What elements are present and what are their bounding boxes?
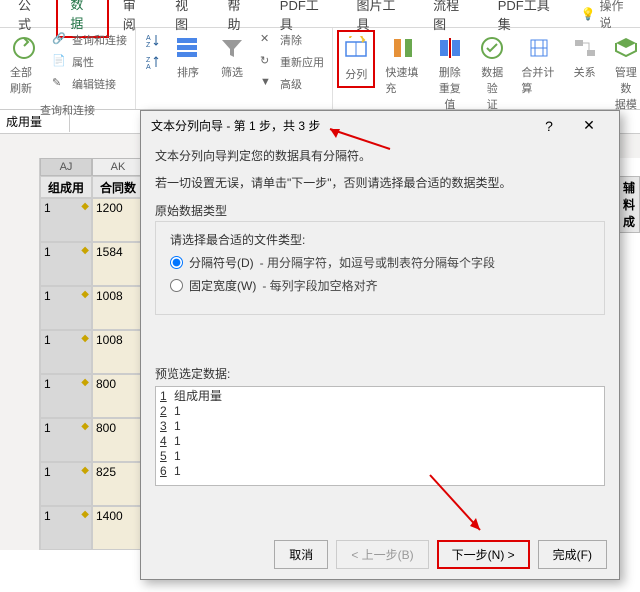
relations-icon [571, 34, 599, 62]
remove-dup-icon [436, 34, 464, 62]
back-button[interactable]: < 上一步(B) [336, 540, 428, 569]
radio-fixed-width-desc: - 每列字段加空格对齐 [262, 277, 377, 294]
refresh-all-button[interactable]: 全部刷新 [4, 30, 44, 100]
header-cell-right[interactable]: 辅料成 [618, 176, 640, 233]
preview-label: 预览选定数据: [155, 365, 605, 382]
cell[interactable]: 1◆ [40, 374, 92, 418]
cell[interactable]: 800 [92, 374, 144, 418]
svg-text:Z: Z [146, 42, 151, 48]
dialog-title: 文本分列向导 - 第 1 步，共 3 步 [151, 117, 529, 134]
sort-button[interactable]: 排序 [168, 30, 208, 84]
original-data-type-fieldset: 请选择最合适的文件类型: 分隔符号(D) - 用分隔字符，如逗号或制表符分隔每个… [155, 221, 605, 315]
cell[interactable]: 1008 [92, 286, 144, 330]
edit-links-button[interactable]: ✎编辑链接 [48, 74, 131, 94]
edit-link-icon: ✎ [52, 76, 68, 92]
cell[interactable]: 1200 [92, 198, 144, 242]
group-queries: 全部刷新 🔗查询和连接 📄属性 ✎编辑链接 查询和连接 [0, 28, 136, 109]
col-header-ak[interactable]: AK [92, 158, 144, 176]
sort-asc-button[interactable]: AZ [140, 30, 164, 50]
consolidate-button[interactable]: 合并计算 [515, 30, 562, 100]
advanced-icon: ▼ [260, 76, 276, 92]
svg-text:A: A [146, 35, 151, 42]
name-box[interactable]: 成用量 [0, 111, 70, 132]
cell[interactable]: 1◆ [40, 286, 92, 330]
svg-text:A: A [146, 64, 151, 70]
reapply-button[interactable]: ↻重新应用 [256, 52, 328, 72]
sort-desc-icon: ZA [144, 54, 160, 70]
ribbon-toolbar: 全部刷新 🔗查询和连接 📄属性 ✎编辑链接 查询和连接 AZ ZA 排序 筛选 [0, 28, 640, 110]
dialog-intro-2: 若一切设置无误，请单击"下一步"，否则请选择最合适的数据类型。 [155, 175, 605, 192]
dialog-intro-1: 文本分列向导判定您的数据具有分隔符。 [155, 148, 605, 165]
cell[interactable]: 1584 [92, 242, 144, 286]
data-validation-button[interactable]: 数据验 证 [473, 30, 511, 116]
text-to-columns-button[interactable]: 分列 [337, 30, 375, 88]
header-cell[interactable]: 合同数量 [92, 176, 144, 198]
next-button[interactable]: 下一步(N) > [437, 540, 530, 569]
properties-icon: 📄 [52, 54, 68, 70]
clear-icon: ✕ [260, 32, 276, 48]
text-to-columns-icon [342, 36, 370, 64]
queries-connections-button[interactable]: 🔗查询和连接 [48, 30, 131, 50]
svg-text:Z: Z [146, 57, 151, 64]
text-to-columns-wizard-dialog: 文本分列向导 - 第 1 步，共 3 步 ? ✕ 文本分列向导判定您的数据具有分… [140, 110, 620, 580]
cell[interactable]: 1008 [92, 330, 144, 374]
flash-fill-button[interactable]: 快速填充 [379, 30, 426, 100]
cell[interactable]: 1◆ [40, 506, 92, 550]
validation-icon [478, 34, 506, 62]
group-sort-filter: AZ ZA 排序 筛选 ✕清除 ↻重新应用 ▼高级 [136, 28, 333, 109]
cell[interactable]: 1◆ [40, 330, 92, 374]
link-icon: 🔗 [52, 32, 68, 48]
ribbon-tabs: 公式 数据 审阅 视图 帮助 PDF工具 图片工具 流程图 PDF工具集 💡 操… [0, 0, 640, 28]
radio-delimited-label: 分隔符号(D) [189, 254, 254, 271]
finish-button[interactable]: 完成(F) [538, 540, 607, 569]
group-data-tools: 分列 快速填充 删除 重复值 数据验 证 合并计算 关系 [333, 28, 640, 109]
radio-delimited-desc: - 用分隔字符，如逗号或制表符分隔每个字段 [260, 254, 495, 271]
radio-delimited[interactable] [170, 256, 183, 269]
relationships-button[interactable]: 关系 [567, 30, 603, 84]
filter-button[interactable]: 筛选 [212, 30, 252, 84]
dialog-close-button[interactable]: ✕ [569, 117, 609, 134]
cell[interactable]: 825 [92, 462, 144, 506]
col-header-aj[interactable]: AJ [40, 158, 92, 176]
preview-box[interactable]: 1组成用量2131415161 [155, 386, 605, 486]
filter-icon [218, 34, 246, 62]
cell[interactable]: 800 [92, 418, 144, 462]
cancel-button[interactable]: 取消 [274, 540, 328, 569]
manage-data-model-button[interactable]: 管理数 据模 [607, 30, 640, 116]
cell[interactable]: 1400 [92, 506, 144, 550]
fieldset-legend: 原始数据类型 [155, 202, 605, 219]
choose-type-label: 请选择最合适的文件类型: [170, 231, 590, 248]
flash-fill-icon [389, 34, 417, 62]
data-model-icon [612, 34, 640, 62]
radio-fixed-width[interactable] [170, 279, 183, 292]
header-cell[interactable]: 组成用量 [40, 176, 92, 198]
clear-filter-button[interactable]: ✕清除 [256, 30, 328, 50]
consolidate-icon [525, 34, 553, 62]
advanced-filter-button[interactable]: ▼高级 [256, 74, 328, 94]
cell[interactable]: 1◆ [40, 198, 92, 242]
dialog-help-button[interactable]: ? [529, 118, 569, 134]
bulb-icon: 💡 [581, 7, 596, 21]
cell[interactable]: 1◆ [40, 418, 92, 462]
sort-icon [174, 34, 202, 62]
properties-button[interactable]: 📄属性 [48, 52, 131, 72]
cell[interactable]: 1◆ [40, 242, 92, 286]
refresh-icon [10, 34, 38, 62]
sort-asc-icon: AZ [144, 32, 160, 48]
radio-fixed-width-label: 固定宽度(W) [189, 277, 256, 294]
remove-duplicates-button[interactable]: 删除 重复值 [431, 30, 469, 116]
cell[interactable]: 1◆ [40, 462, 92, 506]
reapply-icon: ↻ [260, 54, 276, 70]
dialog-titlebar: 文本分列向导 - 第 1 步，共 3 步 ? ✕ [141, 111, 619, 140]
sort-desc-button[interactable]: ZA [140, 52, 164, 72]
